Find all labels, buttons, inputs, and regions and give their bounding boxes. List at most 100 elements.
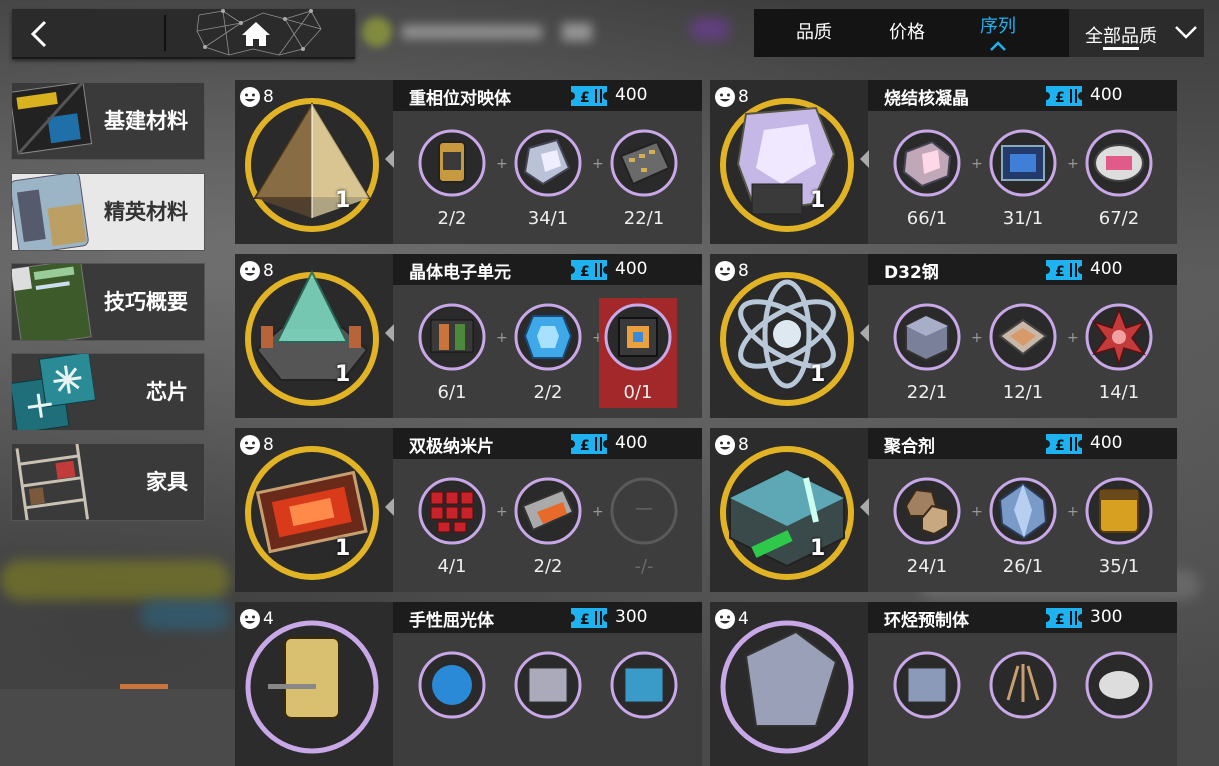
recipe-card[interactable]: 环烃预制体 £ 300 4 xyxy=(710,602,1177,766)
recipe-header: 双极纳米片 £ 400 xyxy=(393,428,702,459)
empty-slot-dash: — xyxy=(635,498,653,519)
chip-icon xyxy=(12,354,97,430)
recipe-name: 重相位对映体 xyxy=(409,89,511,109)
recipe-price: 400 xyxy=(615,259,648,279)
recipe-price: 400 xyxy=(1090,433,1123,453)
output-arrow xyxy=(385,498,394,516)
ingredient-slot[interactable] xyxy=(984,646,1062,756)
ingredient-slot[interactable]: 4/1 xyxy=(413,472,491,582)
recipe-card[interactable]: 聚合剂 £ 400 8 1 24/1 + 26/1 + 35/1 xyxy=(710,428,1177,592)
category-furniture[interactable]: 家具 xyxy=(11,443,205,521)
ingredient-icon xyxy=(418,129,486,197)
category-base-materials[interactable]: 基建材料 xyxy=(11,82,205,160)
plus-icon: + xyxy=(971,156,983,172)
ingredient-slot[interactable]: 26/1 xyxy=(984,472,1062,582)
ingredient-count: 2/2 xyxy=(437,208,467,229)
ingredient-slot[interactable] xyxy=(888,646,966,756)
plus-icon: + xyxy=(971,330,983,346)
sort-ascending-icon xyxy=(990,41,1006,51)
ingredient-slot[interactable]: 2/2 xyxy=(509,298,587,408)
ingredient-slot[interactable]: 22/1 xyxy=(888,298,966,408)
ingredient-slot[interactable]: 22/1 xyxy=(605,124,683,234)
recipe-name: 环烃预制体 xyxy=(884,611,969,631)
tab-label: 序列 xyxy=(980,16,1016,37)
plus-icon: + xyxy=(496,504,508,520)
svg-text:£: £ xyxy=(580,90,590,106)
ingredient-slot[interactable]: 34/1 xyxy=(509,124,587,234)
product-quantity: 1 xyxy=(335,362,351,387)
product-quantity: 1 xyxy=(335,188,351,213)
tab-sort-sequence[interactable]: 序列 xyxy=(960,9,1036,57)
ingredient-slot[interactable] xyxy=(1080,646,1158,756)
ingredient-icon xyxy=(989,129,1057,197)
ingredient-count: 4/1 xyxy=(437,556,467,577)
product-quantity: 1 xyxy=(810,536,826,561)
category-elite-materials[interactable]: 精英材料 xyxy=(11,173,205,251)
tab-sort-quality[interactable]: 品质 xyxy=(776,9,852,57)
ingredient-slot[interactable] xyxy=(509,646,587,756)
currency-ticket-icon: £ xyxy=(1046,608,1082,628)
ingredient-icon xyxy=(1085,129,1153,197)
recipe-card[interactable]: 烧结核凝晶 £ 400 8 1 66/1 + 31/1 + 67/2 xyxy=(710,80,1177,244)
ingredient-slot[interactable]: 35/1 xyxy=(1080,472,1158,582)
ingredient-slot[interactable]: 14/1 xyxy=(1080,298,1158,408)
tab-label: 品质 xyxy=(796,22,832,43)
ingredient-icon xyxy=(418,303,486,371)
currency-ticket-icon: £ xyxy=(1046,434,1082,454)
output-arrow xyxy=(385,324,394,342)
recipe-name: 聚合剂 xyxy=(884,437,935,457)
ingredient-icon xyxy=(989,477,1057,545)
ingredient-icon xyxy=(610,651,678,719)
tab-sort-price[interactable]: 价格 xyxy=(869,9,945,57)
chevron-down-icon xyxy=(1175,26,1197,39)
ingredient-slot[interactable]: 12/1 xyxy=(984,298,1062,408)
currency-ticket-icon: £ xyxy=(571,434,607,454)
ingredient-slot[interactable] xyxy=(413,646,491,756)
ingredient-slot[interactable]: 67/2 xyxy=(1080,124,1158,234)
blurred-header-content xyxy=(362,15,592,49)
currency-ticket-icon: £ xyxy=(1046,86,1082,106)
ingredient-icon xyxy=(1085,651,1153,719)
ingredient-slot[interactable]: 6/1 xyxy=(413,298,491,408)
background-blur-shape xyxy=(690,18,730,40)
ingredient-slot[interactable]: 24/1 xyxy=(888,472,966,582)
background-blur-shape xyxy=(140,600,230,630)
ingredient-slot-insufficient[interactable]: 0/1 xyxy=(599,298,677,408)
ingredient-count: 34/1 xyxy=(527,208,569,229)
ingredient-slot[interactable]: 2/2 xyxy=(413,124,491,234)
recipe-price: 400 xyxy=(615,433,648,453)
d32-steel-icon xyxy=(720,272,854,406)
ingredient-count: 2/2 xyxy=(533,382,563,403)
category-label: 芯片 xyxy=(146,380,188,404)
divider xyxy=(164,15,166,51)
quality-filter-dropdown[interactable]: 全部品质 xyxy=(1069,9,1204,57)
ingredient-icon xyxy=(893,129,961,197)
svg-text:£: £ xyxy=(580,264,590,280)
ingredient-icon xyxy=(1085,303,1153,371)
category-skill-summaries[interactable]: 技巧概要 xyxy=(11,263,205,341)
recipe-card[interactable]: 重相位对映体 £ 400 8 1 2/2 + 34/1 + 22/1 xyxy=(235,80,702,244)
category-label: 家具 xyxy=(146,470,188,494)
plus-icon: + xyxy=(592,156,604,172)
recipe-card[interactable]: 晶体电子单元 £ 400 8 1 6/1 + 2/2 + 0/1 xyxy=(235,254,702,418)
recipe-header: 重相位对映体 £ 400 xyxy=(393,80,702,111)
ingredient-slot[interactable] xyxy=(605,646,683,756)
category-chips[interactable]: 芯片 xyxy=(11,353,205,431)
recipe-price: 400 xyxy=(615,85,648,105)
ingredient-icon xyxy=(514,129,582,197)
home-button[interactable] xyxy=(193,9,327,57)
category-label: 技巧概要 xyxy=(104,290,188,314)
ingredient-count: 35/1 xyxy=(1098,556,1140,577)
svg-text:£: £ xyxy=(1055,438,1065,454)
filter-label: 全部品质 xyxy=(1085,26,1157,47)
tab-label: 价格 xyxy=(889,22,925,43)
recipe-card[interactable]: D32钢 £ 400 8 1 22/1 + 12/1 + 14/1 xyxy=(710,254,1177,418)
ingredient-icon xyxy=(514,651,582,719)
ingredient-slot[interactable]: 31/1 xyxy=(984,124,1062,234)
background-blur-shape xyxy=(0,560,230,600)
back-button[interactable] xyxy=(12,9,152,57)
ingredient-count: 2/2 xyxy=(533,556,563,577)
ingredient-slot[interactable]: 66/1 xyxy=(888,124,966,234)
recipe-card[interactable]: 双极纳米片 £ 400 8 1 4/1 + 2/2 + — -/- xyxy=(235,428,702,592)
ingredient-slot[interactable]: 2/2 xyxy=(509,472,587,582)
